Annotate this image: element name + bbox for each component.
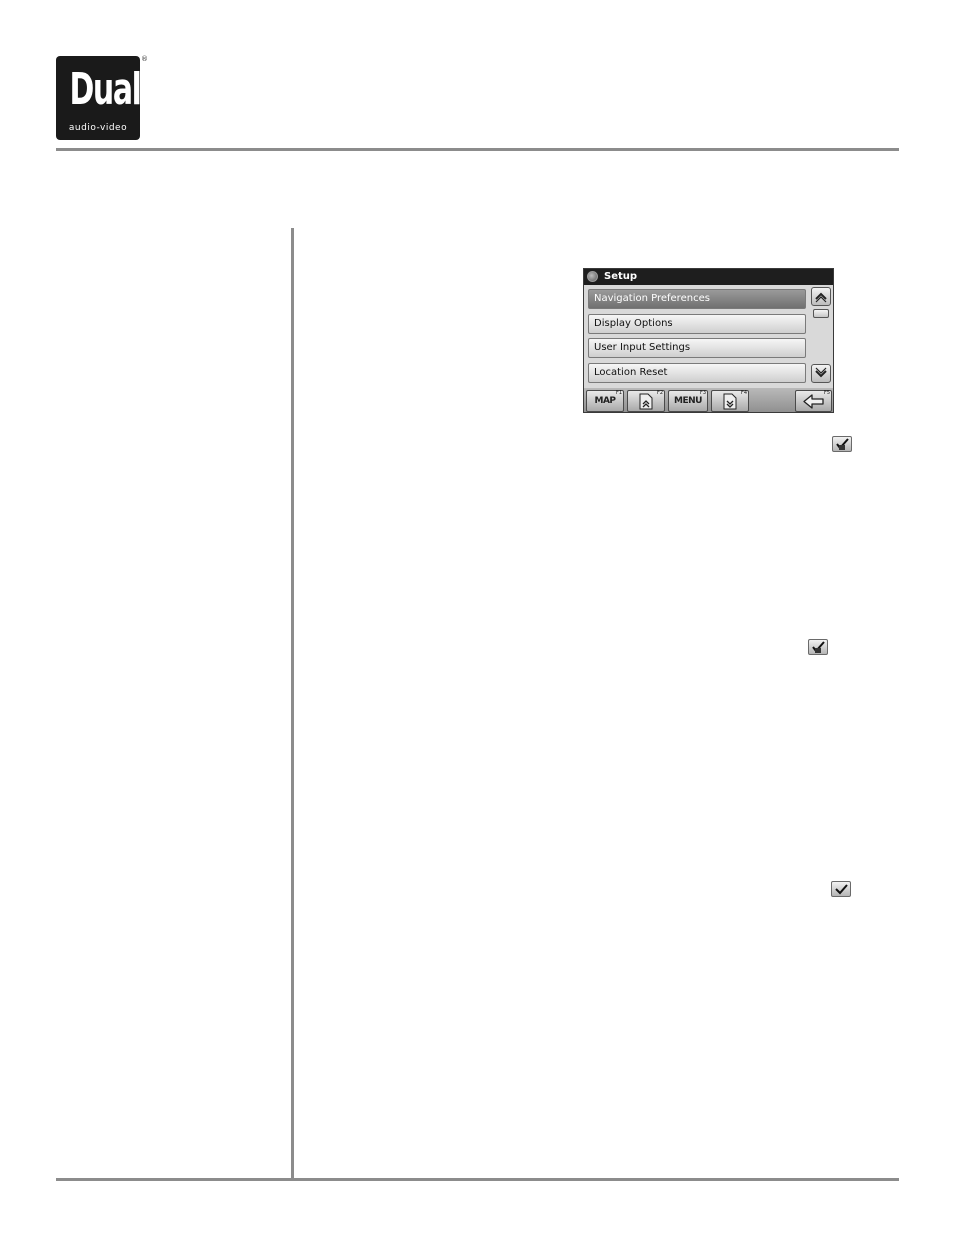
menu-item-navigation-preferences[interactable]: Navigation Preferences	[588, 289, 806, 309]
logo-brand: Dual	[69, 64, 142, 115]
page-up-icon	[639, 393, 653, 410]
check-edit-icon	[832, 436, 852, 452]
logo-tagline: audio-video	[68, 123, 128, 133]
scroll-up-button[interactable]	[811, 287, 831, 306]
page-up-button[interactable]: F2	[627, 390, 665, 412]
chevron-down-icon	[815, 367, 827, 378]
setup-globe-icon	[587, 271, 598, 282]
menu-item-display-options[interactable]: Display Options	[588, 314, 806, 334]
f5-key-label: F5	[823, 390, 830, 396]
check-edit-icon-2	[808, 639, 828, 655]
page-down-button[interactable]: F4	[711, 390, 749, 412]
back-arrow-icon	[802, 394, 824, 409]
registered-mark: ®	[141, 55, 148, 63]
chevron-up-icon	[815, 292, 827, 303]
setup-title: Setup	[604, 271, 638, 282]
f3-key-label: F3	[699, 390, 706, 396]
setup-title-bar: Setup	[584, 269, 833, 285]
header-rule	[56, 148, 899, 151]
page-down-icon	[723, 393, 737, 410]
menu-item-user-input-settings[interactable]: User Input Settings	[588, 338, 806, 358]
map-button[interactable]: MAP F1	[586, 390, 624, 412]
back-button[interactable]: F5	[795, 390, 832, 412]
scroll-down-button[interactable]	[811, 364, 831, 383]
dual-logo: Dual audio-video	[56, 56, 142, 140]
menu-button[interactable]: MENU F3	[668, 390, 708, 412]
f4-key-label: F4	[740, 390, 747, 396]
column-divider	[291, 228, 294, 1180]
checkmark-icon	[831, 881, 851, 897]
footer-rule	[56, 1178, 899, 1181]
menu-scrollbar[interactable]	[811, 287, 831, 384]
map-button-label: MAP	[594, 396, 616, 406]
function-key-bar: MAP F1 F2 MENU F3 F4 F5	[584, 388, 833, 412]
scroll-thumb[interactable]	[813, 309, 829, 318]
f2-key-label: F2	[656, 390, 663, 396]
setup-screen: Setup Navigation Preferences Display Opt…	[583, 268, 834, 413]
menu-item-location-reset[interactable]: Location Reset	[588, 363, 806, 383]
f1-key-label: F1	[615, 390, 622, 396]
menu-button-label: MENU	[674, 396, 702, 406]
